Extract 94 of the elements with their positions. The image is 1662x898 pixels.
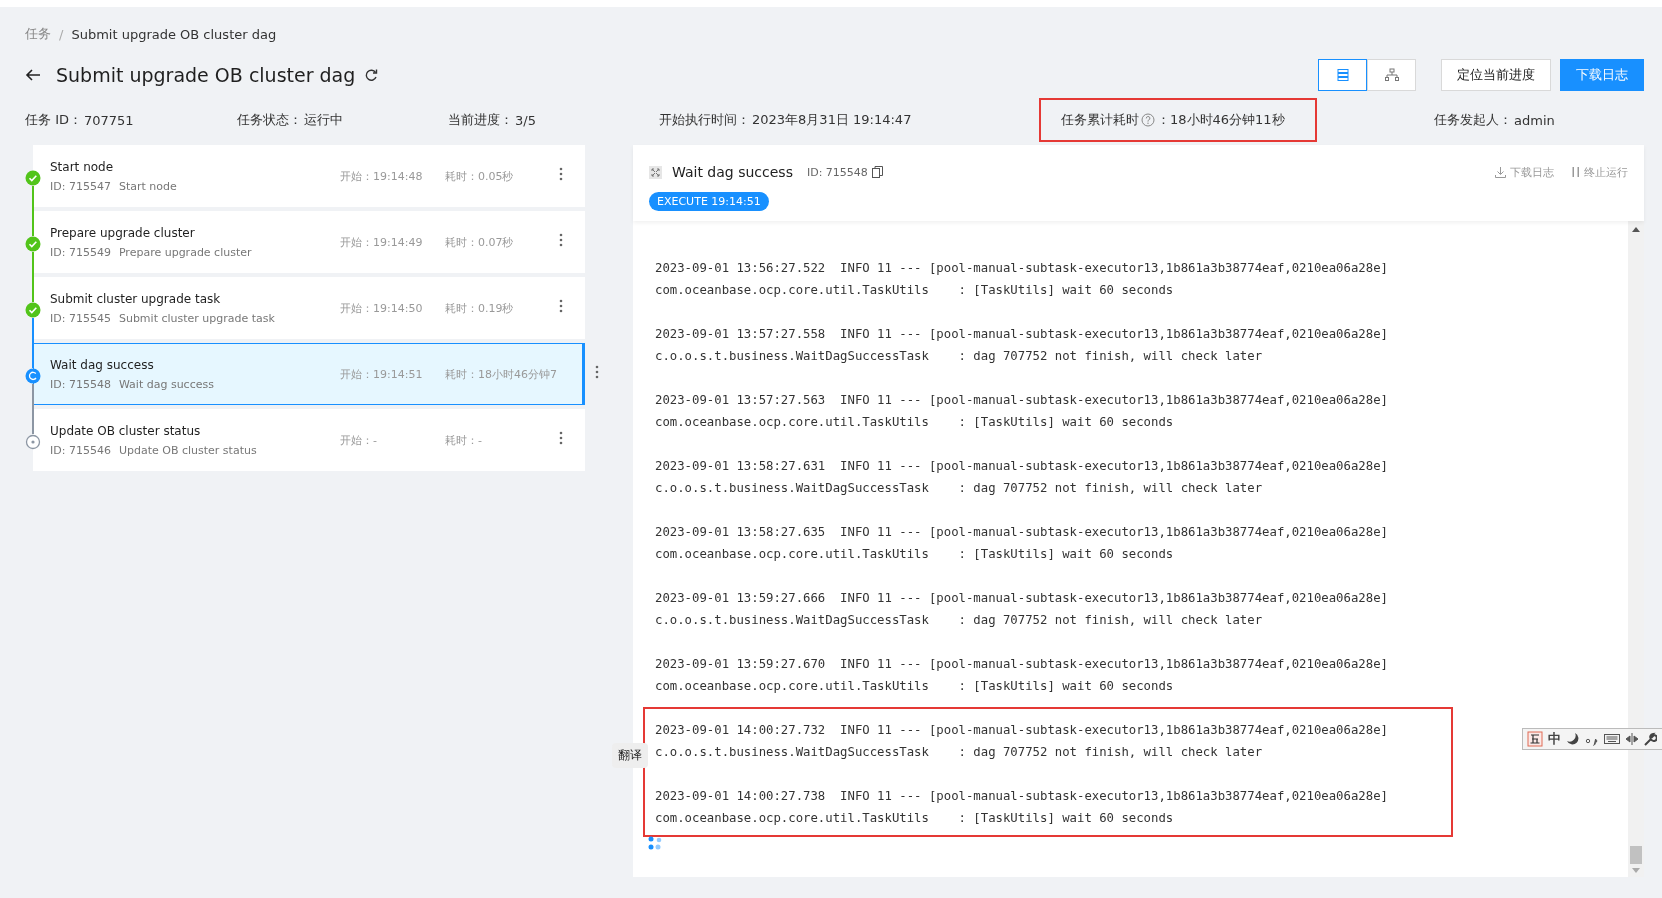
expand-icon[interactable]	[649, 165, 662, 179]
node-id: ID: 715549	[50, 245, 111, 259]
node-card[interactable]: Prepare upgrade cluster ID: 715549 Prepare upgrade cluster 开始：19:14:49 耗时：0.07秒	[33, 211, 585, 273]
log-line: com.oceanbase.ocp.core.util.TaskUtils : [TaskUtils] wait 60 seconds	[655, 546, 1175, 563]
log-line: c.o.o.s.t.business.WaitDagSuccessTask : dag 707752 not finish, will check later	[655, 348, 1264, 365]
node-description: Submit cluster upgrade task	[118, 311, 275, 325]
info-label: 当前进度：	[448, 111, 513, 129]
breadcrumb-current: Submit upgrade OB cluster dag	[71, 26, 277, 42]
duration: 耗时：0.19秒	[445, 300, 515, 316]
tree-view-toggle[interactable]	[1367, 59, 1416, 91]
split-icon[interactable]	[1625, 732, 1639, 746]
log-title: Wait dag success	[672, 164, 793, 180]
duration: 耗时：0.07秒	[445, 234, 515, 250]
duration: 耗时：18小时46分钟7	[445, 366, 558, 382]
start-time: 开始：19:14:51	[340, 366, 424, 382]
wrench-icon[interactable]	[1644, 732, 1657, 746]
node-card[interactable]: Start node ID: 715547 Start node 开始：19:14:48 耗时：0.05秒	[33, 145, 585, 207]
node-card[interactable]: Update OB cluster status ID: 715546 Update OB cluster status 开始：- 耗时：-	[33, 409, 585, 471]
duration: 耗时：0.05秒	[445, 168, 515, 184]
node-id: ID: 715545	[50, 311, 111, 325]
info-label: 开始执行时间：	[659, 111, 750, 129]
info-label: 任务 ID：	[25, 111, 82, 129]
info-label: 任务状态：	[237, 111, 302, 129]
log-line: com.oceanbase.ocp.core.util.TaskUtils : [TaskUtils] wait 60 seconds	[655, 678, 1175, 695]
duration: 耗时：-	[445, 432, 483, 448]
scroll-up-icon	[1632, 227, 1640, 232]
start-time: 开始：19:14:48	[340, 168, 424, 184]
node-id: ID: 715547	[50, 179, 111, 193]
more-icon[interactable]	[559, 431, 563, 445]
info-value: 2023年8月31日 19:14:47	[752, 111, 912, 129]
log-line: 2023-09-01 13:57:27.563 INFO 11 --- [pool-manual-subtask-executor13,1b861a3b38774eaf,0210ea06a28e]	[655, 392, 1389, 409]
node-description: Prepare upgrade cluster	[118, 245, 252, 259]
log-line: com.oceanbase.ocp.core.util.TaskUtils : [TaskUtils] wait 60 seconds	[655, 810, 1175, 827]
log-node-id: ID: 715548	[806, 165, 868, 179]
info-label: 任务发起人：	[1434, 111, 1512, 129]
log-line: 2023-09-01 13:57:27.558 INFO 11 --- [pool-manual-subtask-executor13,1b861a3b38774eaf,0210ea06a28e]	[655, 326, 1389, 343]
more-icon[interactable]	[595, 365, 599, 379]
back-arrow-icon[interactable]	[25, 67, 41, 83]
locate-progress-button[interactable]: 定位当前进度	[1441, 59, 1551, 91]
info-value: ：18小时46分钟11秒	[1157, 111, 1285, 129]
log-line: 2023-09-01 13:59:27.666 INFO 11 --- [pool-manual-subtask-executor13,1b861a3b38774eaf,0210ea06a28e]	[655, 590, 1389, 607]
node-id: ID: 715548	[50, 377, 111, 391]
node-title: Wait dag success	[50, 357, 155, 372]
node-description: Start node	[118, 179, 177, 193]
start-time: 开始：-	[340, 432, 378, 448]
refresh-icon[interactable]	[364, 68, 379, 82]
node-title: Start node	[50, 159, 115, 174]
start-time: 开始：19:14:50	[340, 300, 424, 316]
scrollbar[interactable]	[1628, 221, 1644, 877]
node-card[interactable]: Submit cluster upgrade task ID: 715545 Submit cluster upgrade task 开始：19:14:50 耗时：0.19秒	[33, 277, 585, 339]
info-value: 707751	[84, 112, 134, 128]
download-icon	[1495, 166, 1506, 178]
info-label: 任务累计耗时	[1061, 111, 1139, 129]
log-line: 2023-09-01 14:00:27.732 INFO 11 --- [pool-manual-subtask-executor13,1b861a3b38774eaf,0210ea06a28e]	[655, 722, 1389, 739]
translate-button[interactable]: 翻译	[612, 743, 648, 768]
node-title: Submit cluster upgrade task	[50, 291, 222, 306]
loading-dots-icon	[647, 835, 663, 851]
log-line: c.o.o.s.t.business.WaitDagSuccessTask : dag 707752 not finish, will check later	[655, 744, 1264, 761]
log-line: c.o.o.s.t.business.WaitDagSuccessTask : dag 707752 not finish, will check later	[655, 612, 1264, 629]
more-icon[interactable]	[559, 299, 563, 313]
log-line: 2023-09-01 14:00:27.738 INFO 11 --- [pool-manual-subtask-executor13,1b861a3b38774eaf,0210ea06a28e]	[655, 788, 1389, 805]
input-mode-toggle[interactable]: 中	[1548, 730, 1561, 748]
more-icon[interactable]	[559, 167, 563, 181]
breadcrumb-separator: /	[59, 26, 64, 42]
node-title: Prepare upgrade cluster	[50, 225, 196, 240]
hierarchy-icon	[1384, 68, 1399, 82]
node-card[interactable]: Wait dag success ID: 715548 Wait dag success 开始：19:14:51 耗时：18小时46分钟7	[33, 343, 585, 405]
log-line: com.oceanbase.ocp.core.util.TaskUtils : [TaskUtils] wait 60 seconds	[655, 282, 1175, 299]
info-value: 运行中	[304, 111, 343, 129]
input-method-icon[interactable]	[1527, 731, 1543, 747]
log-line: com.oceanbase.ocp.core.util.TaskUtils : [TaskUtils] wait 60 seconds	[655, 414, 1175, 431]
log-line: 2023-09-01 13:59:27.670 INFO 11 --- [pool-manual-subtask-executor13,1b861a3b38774eaf,0210ea06a28e]	[655, 656, 1389, 673]
more-icon[interactable]	[559, 233, 563, 247]
node-description: Wait dag success	[118, 377, 214, 391]
info-value: admin	[1514, 112, 1555, 128]
info-value: 3/5	[515, 112, 536, 128]
scroll-down-icon	[1632, 868, 1640, 873]
list-icon	[1335, 68, 1350, 82]
execute-badge: EXECUTE 19:14:51	[649, 192, 769, 211]
page-title: Submit upgrade OB cluster dag	[56, 64, 356, 86]
log-line: 2023-09-01 13:56:27.522 INFO 11 --- [pool-manual-subtask-executor13,1b861a3b38774eaf,0210ea06a28e]	[655, 260, 1389, 277]
copy-icon[interactable]	[871, 166, 883, 178]
log-line: c.o.o.s.t.business.WaitDagSuccessTask : dag 707752 not finish, will check later	[655, 480, 1264, 497]
node-title: Update OB cluster status	[50, 423, 202, 438]
log-line: 2023-09-01 13:58:27.635 INFO 11 --- [pool-manual-subtask-executor13,1b861a3b38774eaf,0210ea06a28e]	[655, 524, 1389, 541]
log-line: 2023-09-01 13:58:27.631 INFO 11 --- [pool-manual-subtask-executor13,1b861a3b38774eaf,0210ea06a28e]	[655, 458, 1389, 475]
moon-icon[interactable]	[1566, 732, 1580, 746]
keyboard-icon[interactable]	[1604, 733, 1620, 745]
node-id: ID: 715546	[50, 443, 111, 457]
pause-icon	[1572, 167, 1580, 177]
scrollbar-thumb[interactable]	[1630, 846, 1642, 864]
start-time: 开始：19:14:49	[340, 234, 424, 250]
list-view-toggle[interactable]	[1318, 59, 1367, 91]
node-description: Update OB cluster status	[118, 443, 257, 457]
